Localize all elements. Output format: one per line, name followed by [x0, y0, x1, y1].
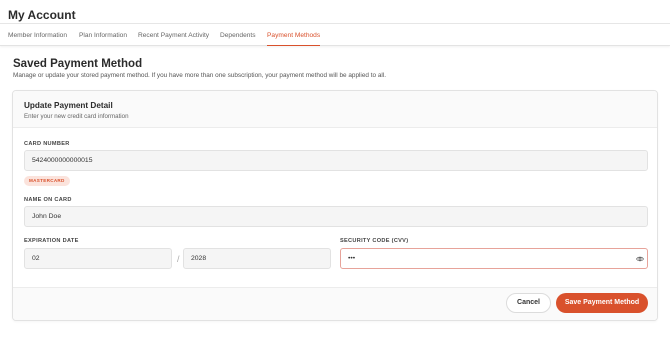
name-on-card-label: NAME ON CARD [24, 197, 72, 203]
tab-recent-payment-activity[interactable]: Recent Payment Activity [138, 32, 209, 46]
card-number-label: CARD NUMBER [24, 141, 70, 147]
page-title: My Account [8, 8, 76, 22]
expiration-month-input[interactable]: 02 [24, 248, 172, 269]
section-title: Saved Payment Method [13, 58, 143, 70]
account-tabs: Member Information Plan Information Rece… [0, 24, 670, 46]
expiration-year-input[interactable]: 2028 [183, 248, 331, 269]
name-on-card-input[interactable]: John Doe [24, 206, 648, 227]
expiration-date-label: EXPIRATION DATE [24, 238, 79, 244]
save-payment-method-button[interactable]: Save Payment Method [556, 293, 648, 313]
payment-detail-card: Update Payment Detail Enter your new cre… [12, 90, 658, 321]
eye-icon[interactable] [636, 255, 644, 263]
cvv-value: ••• [348, 255, 356, 262]
tab-member-information[interactable]: Member Information [8, 32, 67, 46]
cvv-label: SECURITY CODE (CVV) [340, 238, 409, 244]
top-bar: My Account [0, 0, 670, 24]
card-number-input[interactable]: 5424000000000015 [24, 150, 648, 171]
cvv-input[interactable]: ••• [340, 248, 648, 269]
card-brand-badge: MASTERCARD [24, 176, 70, 186]
cancel-button[interactable]: Cancel [506, 293, 551, 313]
card-header: Update Payment Detail Enter your new cre… [13, 91, 657, 128]
tab-plan-information[interactable]: Plan Information [79, 32, 127, 46]
tab-dependents[interactable]: Dependents [220, 32, 256, 46]
section-description: Manage or update your stored payment met… [13, 72, 387, 79]
expiration-separator: / [177, 254, 180, 264]
tab-payment-methods[interactable]: Payment Methods [267, 32, 321, 46]
card-subtitle: Enter your new credit card information [24, 113, 129, 120]
card-title: Update Payment Detail [24, 101, 113, 110]
card-footer: Cancel Save Payment Method [13, 287, 657, 320]
